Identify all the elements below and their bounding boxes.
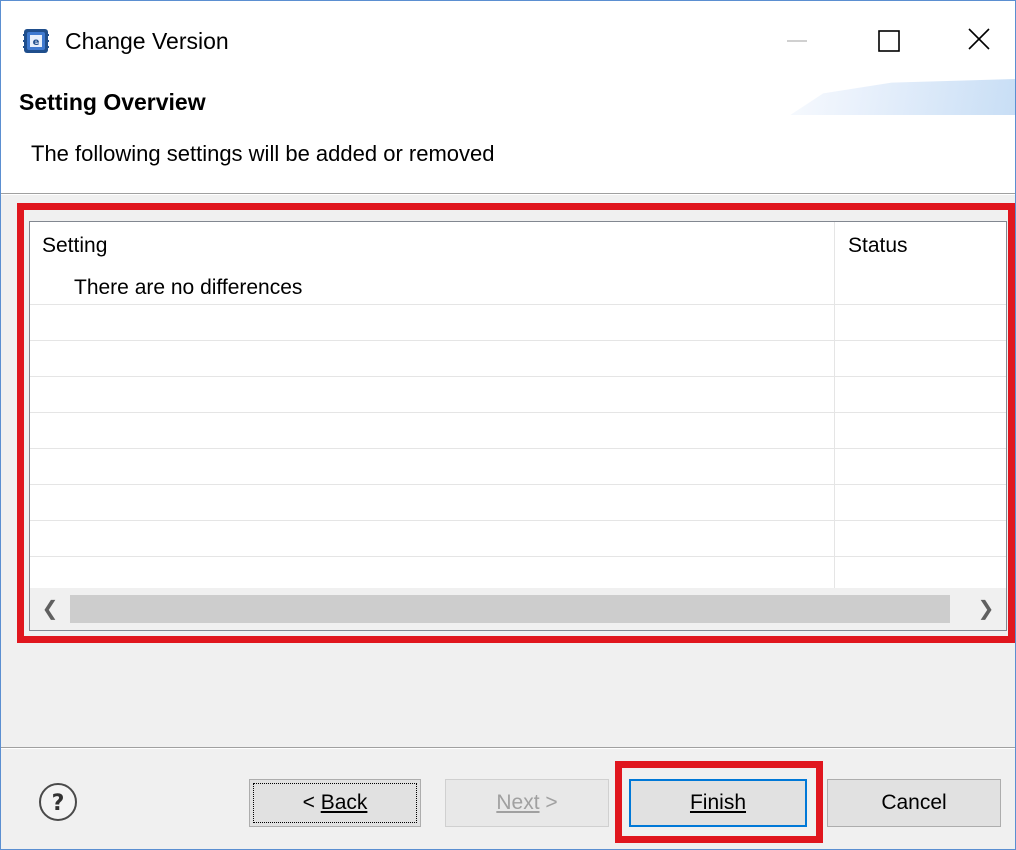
close-button[interactable]: [945, 11, 1015, 71]
column-header-setting[interactable]: Setting: [42, 234, 107, 258]
scroll-left-icon[interactable]: ❮: [30, 588, 70, 630]
cancel-button[interactable]: Cancel: [827, 779, 1001, 827]
finish-highlight-box: [615, 761, 823, 843]
eclipse-e2-icon: e: [23, 28, 49, 54]
minimize-button[interactable]: [767, 11, 837, 71]
scrollbar-thumb[interactable]: [70, 595, 950, 623]
column-divider[interactable]: [834, 222, 835, 588]
maximize-icon: [878, 30, 900, 52]
help-icon: ?: [39, 783, 77, 821]
settings-table[interactable]: Setting Status There are no differences …: [29, 221, 1007, 631]
change-version-dialog: e Change Version Setting Overview The fo…: [0, 0, 1016, 850]
back-button[interactable]: < Back: [249, 779, 421, 827]
maximize-button[interactable]: [853, 11, 923, 71]
minimize-icon: [787, 40, 807, 42]
title-bar: e Change Version: [1, 1, 1015, 79]
table-row[interactable]: There are no differences: [74, 276, 302, 300]
scroll-right-icon[interactable]: ❯: [966, 588, 1006, 630]
page-title: Setting Overview: [19, 89, 206, 115]
cancel-button-label: Cancel: [881, 791, 947, 814]
svg-text:?: ?: [52, 791, 65, 816]
close-icon: [968, 28, 990, 50]
horizontal-scrollbar[interactable]: ❮ ❯: [30, 588, 1006, 630]
column-header-status[interactable]: Status: [848, 234, 908, 258]
banner-graphic: [790, 79, 1015, 115]
page-description: The following settings will be added or …: [31, 141, 495, 166]
help-button[interactable]: ?: [37, 781, 79, 823]
window-title: Change Version: [65, 28, 229, 54]
next-button[interactable]: Next >: [445, 779, 609, 827]
svg-text:e: e: [33, 37, 40, 48]
back-button-label: Back: [320, 791, 368, 814]
next-button-label: Next: [496, 791, 540, 814]
